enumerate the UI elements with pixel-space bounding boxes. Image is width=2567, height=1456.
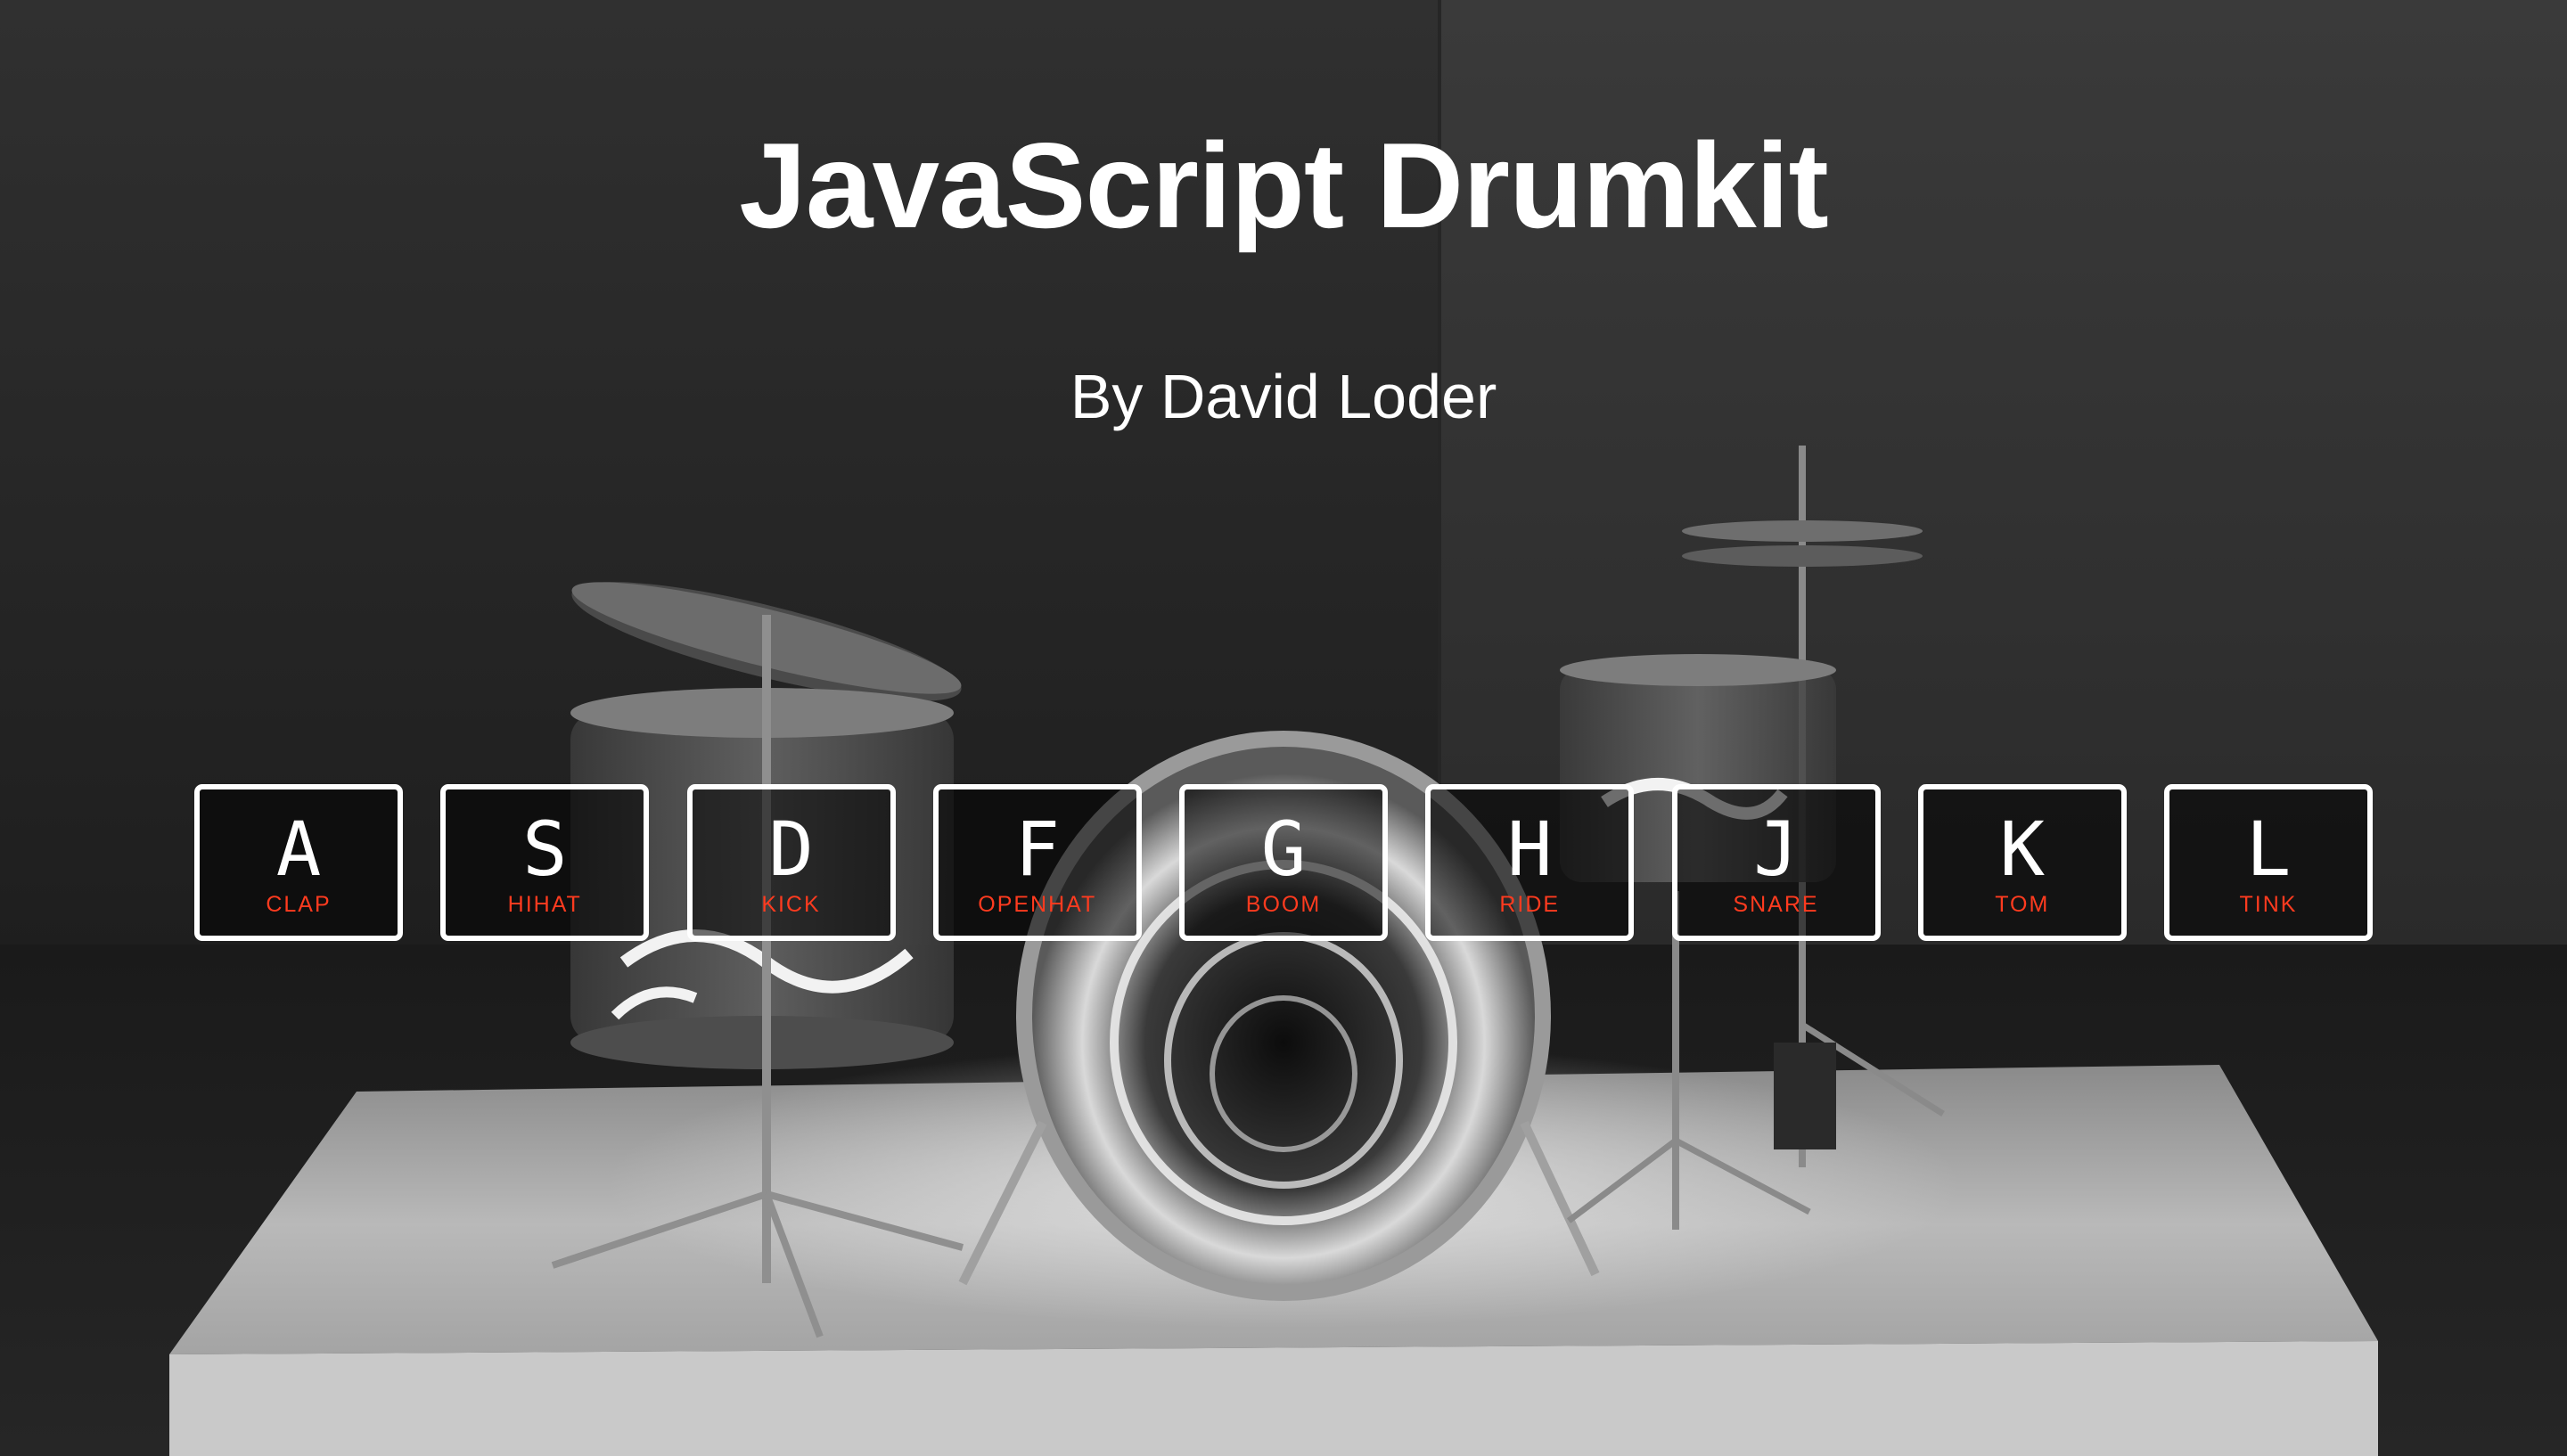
- drum-keys: A CLAP S HIHAT D KICK F OPENHAT G BOOM H…: [194, 784, 2373, 941]
- key-sound-label: TINK: [2239, 892, 2298, 917]
- page-title: JavaScript Drumkit: [739, 118, 1829, 253]
- key-letter: K: [1999, 806, 2046, 893]
- key-sound-label: RIDE: [1499, 892, 1561, 917]
- key-sound-label: KICK: [761, 892, 821, 917]
- drumkit-page: JavaScript Drumkit By David Loder A CLAP…: [0, 0, 2567, 1456]
- drum-key-clap[interactable]: A CLAP: [194, 784, 403, 941]
- key-letter: L: [2245, 806, 2292, 893]
- key-letter: H: [1506, 806, 1553, 893]
- drum-key-openhat[interactable]: F OPENHAT: [932, 784, 1142, 941]
- key-letter: D: [768, 806, 814, 893]
- key-sound-label: HIHAT: [507, 892, 582, 917]
- key-letter: J: [1753, 806, 1799, 893]
- drum-key-kick[interactable]: D KICK: [686, 784, 896, 941]
- drum-key-tink[interactable]: L TINK: [2164, 784, 2373, 941]
- key-letter: A: [275, 806, 322, 893]
- key-sound-label: CLAP: [266, 892, 332, 917]
- key-letter: G: [1260, 806, 1307, 893]
- drum-key-snare[interactable]: J SNARE: [1671, 784, 1881, 941]
- key-letter: F: [1014, 806, 1061, 893]
- page-subtitle: By David Loder: [1070, 362, 1497, 431]
- key-sound-label: TOM: [1995, 892, 2050, 917]
- key-sound-label: BOOM: [1245, 892, 1322, 917]
- drum-key-boom[interactable]: G BOOM: [1179, 784, 1388, 941]
- key-sound-label: OPENHAT: [978, 892, 1097, 917]
- drum-key-ride[interactable]: H RIDE: [1425, 784, 1635, 941]
- drum-key-tom[interactable]: K TOM: [1917, 784, 2127, 941]
- key-letter: S: [521, 806, 568, 893]
- drum-key-hihat[interactable]: S HIHAT: [440, 784, 650, 941]
- key-sound-label: SNARE: [1733, 892, 1819, 917]
